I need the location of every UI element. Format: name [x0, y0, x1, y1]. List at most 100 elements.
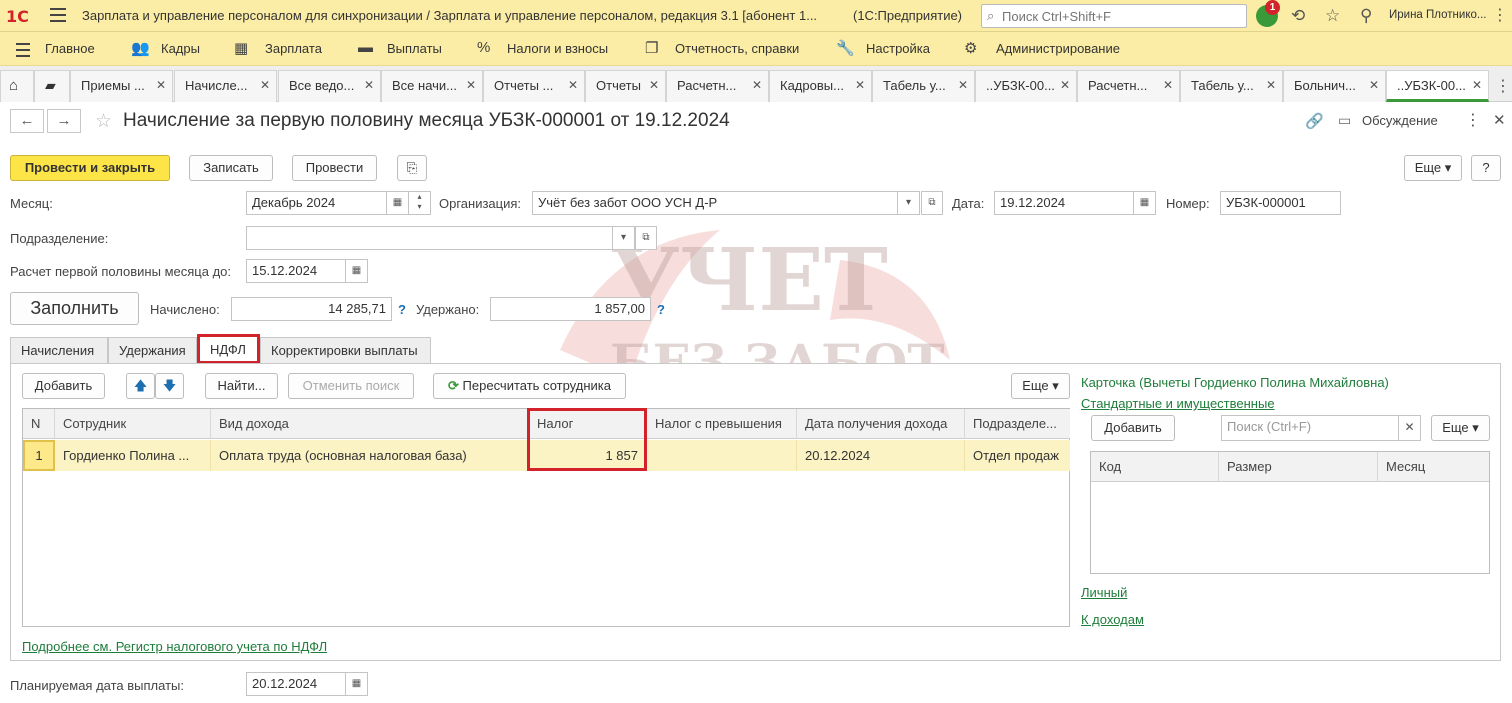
tab-window[interactable]: Начисле... ✕ [174, 70, 277, 102]
section-salary[interactable]: Зарплата [265, 41, 322, 56]
dropdown-chevron-icon[interactable]: ▾ [613, 226, 635, 250]
table-cell-n[interactable]: 1 [23, 440, 55, 471]
table-cell-department[interactable]: Отдел продаж [965, 440, 1070, 471]
tab-window-active[interactable]: ..УБЗК-00... ✕ [1386, 70, 1489, 102]
move-up-arrow-icon[interactable]: 🡅 [126, 373, 155, 399]
save-button[interactable]: Записать [189, 155, 273, 181]
tab-ndfl[interactable]: НДФЛ [197, 334, 260, 364]
more-vertical-icon[interactable]: ⋮ [1492, 5, 1508, 25]
global-search-input[interactable] [1002, 6, 1242, 26]
global-search[interactable]: ⌕ [981, 4, 1247, 28]
close-icon[interactable]: ✕ [1369, 78, 1379, 92]
standard-deductions-link[interactable]: Стандартные и имущественные [1081, 396, 1275, 411]
tab-window[interactable]: Табель у... ✕ [872, 70, 975, 102]
tab-window[interactable]: Кадровы... ✕ [769, 70, 872, 102]
calendar-icon[interactable]: ▦ [387, 191, 409, 215]
back-button[interactable]: ← [10, 109, 44, 133]
close-icon[interactable]: ✕ [1163, 78, 1173, 92]
department-field[interactable] [246, 226, 613, 250]
section-settings[interactable]: Настройка [866, 41, 930, 56]
close-icon[interactable]: ✕ [649, 78, 659, 92]
main-menu-icon[interactable] [50, 8, 66, 22]
section-taxes[interactable]: Налоги и взносы [507, 41, 608, 56]
close-icon[interactable]: ✕ [568, 78, 578, 92]
month-stepper-icon[interactable]: ▴ ▾ [409, 191, 431, 215]
column-header-employee[interactable]: Сотрудник [55, 409, 211, 439]
tab-window[interactable]: Расчетн... ✕ [1077, 70, 1180, 102]
withheld-help-icon[interactable]: ? [657, 302, 665, 317]
favorite-star-icon[interactable]: ☆ [95, 110, 112, 133]
month-field[interactable]: Декабрь 2024 [246, 191, 387, 215]
clear-search-icon[interactable]: ✕ [1399, 415, 1421, 441]
side-search-input[interactable]: Поиск (Ctrl+F) [1221, 415, 1399, 441]
attach-paperclip-icon[interactable]: ⎘ [397, 155, 427, 181]
calc-until-field[interactable]: 15.12.2024 [246, 259, 346, 283]
tab-window[interactable]: Отчеты ... ✕ [483, 70, 585, 102]
to-income-link[interactable]: К доходам [1081, 612, 1144, 627]
tab-window[interactable]: Все начи... ✕ [381, 70, 483, 102]
tab-payment-corrections[interactable]: Корректировки выплаты [260, 337, 431, 364]
tab-window[interactable]: ..УБЗК-00... ✕ [975, 70, 1077, 102]
filter-icon[interactable]: ⚲ [1360, 6, 1372, 26]
fill-button[interactable]: Заполнить [10, 292, 139, 325]
grid-more-button[interactable]: Еще ▾ [1011, 373, 1070, 399]
cancel-search-button[interactable]: Отменить поиск [288, 373, 414, 399]
sections-menu-icon[interactable] [16, 43, 30, 61]
table-cell-employee[interactable]: Гордиенко Полина ... [55, 440, 211, 471]
close-icon[interactable]: ✕ [752, 78, 762, 92]
link-icon[interactable]: 🔗 [1305, 112, 1324, 130]
date-field[interactable]: 19.12.2024 [994, 191, 1134, 215]
recalculate-employee-button[interactable]: ⟳ Пересчитать сотрудника [433, 373, 626, 399]
close-icon[interactable]: ✕ [1472, 78, 1482, 92]
column-header-department[interactable]: Подразделе... [965, 409, 1070, 439]
accrued-help-icon[interactable]: ? [398, 302, 406, 317]
tab-window[interactable]: Приемы ... ✕ [70, 70, 173, 102]
side-add-button[interactable]: Добавить [1091, 415, 1175, 441]
side-more-button[interactable]: Еще ▾ [1431, 415, 1490, 441]
tab-window[interactable]: Все ведо... ✕ [278, 70, 381, 102]
table-cell-income-date[interactable]: 20.12.2024 [797, 440, 965, 471]
column-header-month[interactable]: Месяц [1378, 452, 1489, 482]
tab-window[interactable]: Больнич... ✕ [1283, 70, 1386, 102]
find-button[interactable]: Найти... [205, 373, 278, 399]
section-personnel[interactable]: Кадры [161, 41, 200, 56]
post-and-close-button[interactable]: Провести и закрыть [10, 155, 170, 181]
chat-icon[interactable]: ▰ [34, 70, 70, 102]
history-icon[interactable]: ⟲ [1291, 6, 1305, 26]
number-field[interactable]: УБЗК-000001 [1220, 191, 1341, 215]
calendar-icon[interactable]: ▦ [1134, 191, 1156, 215]
favorites-star-icon[interactable]: ☆ [1325, 6, 1340, 26]
dropdown-chevron-icon[interactable]: ▾ [898, 191, 920, 215]
notifications-bell-icon[interactable]: 1 [1256, 0, 1280, 27]
payment-date-field[interactable]: 20.12.2024 [246, 672, 346, 696]
more-button[interactable]: Еще ▾ [1404, 155, 1462, 181]
close-icon[interactable]: ✕ [958, 78, 968, 92]
add-row-button[interactable]: Добавить [22, 373, 105, 399]
section-payments[interactable]: Выплаты [387, 41, 442, 56]
personal-link[interactable]: Личный [1081, 585, 1127, 600]
section-main[interactable]: Главное [45, 41, 95, 56]
column-header-income-type[interactable]: Вид дохода [211, 409, 529, 439]
organization-field[interactable]: Учёт без забот ООО УСН Д-Р [532, 191, 898, 215]
close-icon[interactable]: ✕ [156, 78, 166, 92]
calendar-icon[interactable]: ▦ [346, 259, 368, 283]
tab-window[interactable]: Отчеты ✕ [585, 70, 666, 102]
close-window-icon[interactable]: ✕ [1493, 111, 1506, 129]
table-cell-excess-tax[interactable] [647, 440, 797, 471]
forward-button[interactable]: → [47, 109, 81, 133]
section-administration[interactable]: Администрирование [996, 41, 1120, 56]
post-button[interactable]: Провести [292, 155, 377, 181]
open-icon[interactable]: ⧉ [921, 191, 943, 215]
open-icon[interactable]: ⧉ [635, 226, 657, 250]
move-down-arrow-icon[interactable]: 🡇 [155, 373, 184, 399]
column-header-excess-tax[interactable]: Налог с превышения [647, 409, 797, 439]
home-icon[interactable]: ⌂ [0, 70, 34, 102]
close-icon[interactable]: ✕ [364, 78, 374, 92]
table-cell-income-type[interactable]: Оплата труда (основная налоговая база) [211, 440, 529, 471]
section-reports[interactable]: Отчетность, справки [675, 41, 799, 56]
close-icon[interactable]: ✕ [1060, 78, 1070, 92]
calendar-icon[interactable]: ▦ [346, 672, 368, 696]
tab-accruals[interactable]: Начисления [10, 337, 108, 364]
user-name[interactable]: Ирина Плотнико... [1389, 9, 1486, 21]
discussion-button[interactable]: Обсуждение [1362, 113, 1438, 128]
